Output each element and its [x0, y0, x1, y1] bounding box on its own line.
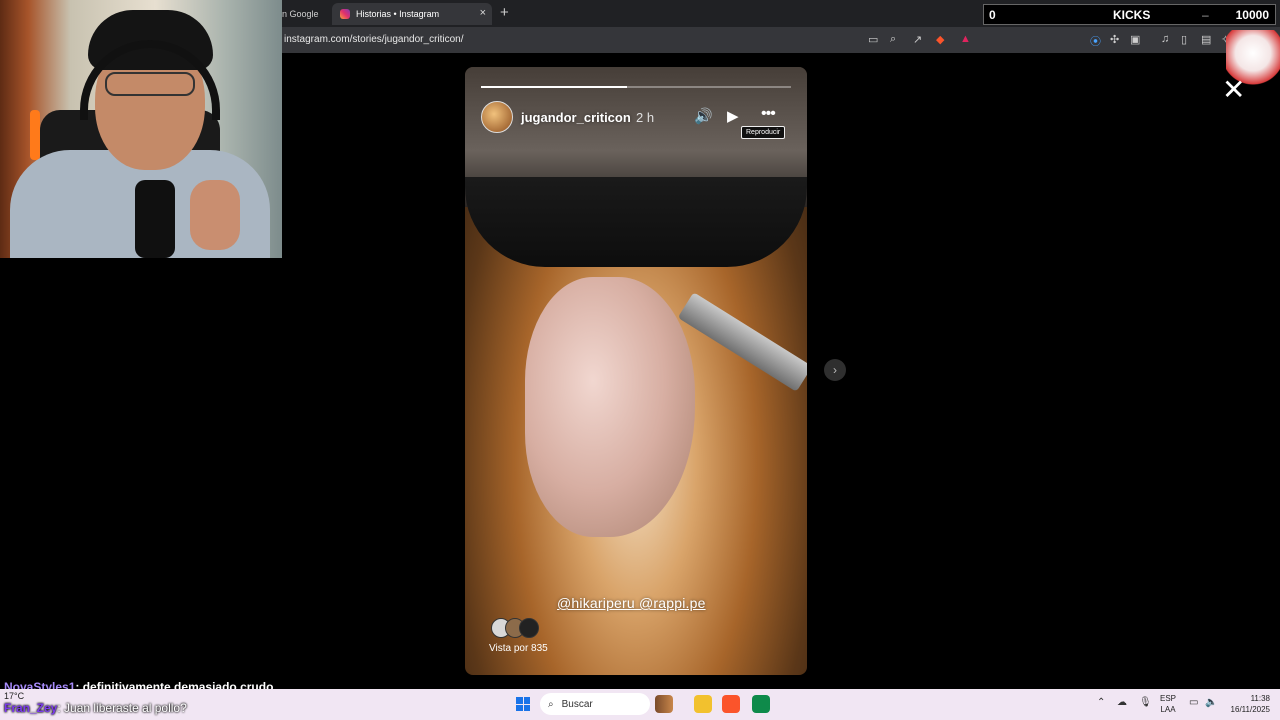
- instagram-icon: [340, 9, 350, 19]
- language-indicator[interactable]: ESP LAA: [1160, 693, 1176, 715]
- kicks-label: KICKS: [1113, 7, 1151, 22]
- volume-icon[interactable]: 🔈: [1205, 697, 1217, 708]
- story-knife: [677, 292, 807, 392]
- tab-instagram-stories[interactable]: Historias • Instagram ×: [332, 3, 492, 25]
- next-story-button[interactable]: ›: [824, 359, 846, 381]
- tab-google[interactable]: n Google: [282, 3, 330, 25]
- glasses: [105, 72, 195, 96]
- speaker-icon[interactable]: 🔊: [694, 107, 713, 125]
- network-icon[interactable]: ▭: [1189, 697, 1198, 708]
- chat-message: Fran_Zey: Juan liberaste al pollo?: [4, 701, 187, 715]
- story-progress-fill: [481, 86, 627, 88]
- avatar[interactable]: [481, 101, 513, 133]
- zoom-icon[interactable]: ⌕: [890, 33, 896, 46]
- music-icon[interactable]: ♫: [1161, 33, 1169, 45]
- play-tooltip: Reproducir: [741, 126, 786, 139]
- clock-time: 11:38: [1250, 694, 1270, 703]
- new-tab-button[interactable]: +: [500, 4, 509, 21]
- brave-shield-icon[interactable]: ◆: [936, 33, 944, 46]
- language-code: ESP: [1160, 694, 1177, 703]
- brave-rewards-icon[interactable]: ▲: [960, 33, 971, 45]
- viewer-avatars[interactable]: [491, 618, 543, 638]
- story-mentions[interactable]: @hikariperu @rappi.pe: [557, 595, 706, 611]
- url-field[interactable]: instagram.com/stories/jugandor_criticon/: [284, 34, 464, 45]
- kicks-goal-count: 10000: [1235, 7, 1269, 22]
- story-time-ago: 2 h: [636, 110, 655, 125]
- cloud-icon[interactable]: ☁: [1117, 697, 1127, 708]
- kicks-current-count: 0: [989, 7, 996, 22]
- sidebar-icon[interactable]: ▯: [1181, 33, 1187, 46]
- brave-browser-icon[interactable]: [722, 695, 740, 713]
- close-icon[interactable]: ✕: [1222, 76, 1245, 104]
- story-chicken: [525, 277, 695, 537]
- speech-icon[interactable]: ⦿: [1090, 33, 1101, 49]
- more-icon[interactable]: •••: [761, 105, 776, 123]
- windows-taskbar: 17°C Fran_Zey: Juan liberaste al pollo? …: [0, 689, 1280, 720]
- search-icon: ⌕: [548, 698, 554, 710]
- screenshot-icon[interactable]: ▣: [1130, 33, 1140, 46]
- taskbar-search[interactable]: ⌕ Buscar: [540, 693, 650, 715]
- chat-username: Fran_Zey: [4, 701, 58, 715]
- tab-label: Historias • Instagram: [356, 9, 440, 19]
- start-button[interactable]: [516, 697, 530, 711]
- microphone: [135, 180, 175, 258]
- screen: n Google Historias • Instagram × + 0 KIC…: [0, 0, 1280, 720]
- tray-chevron-icon[interactable]: ⌃: [1097, 697, 1105, 708]
- obs-app-icon[interactable]: [752, 695, 770, 713]
- story-pan: [465, 177, 807, 267]
- widget-app-icon[interactable]: [655, 695, 673, 713]
- story-viewer[interactable]: jugandor_criticon 2 h 🔊 ▶ ••• Reproducir…: [465, 67, 807, 675]
- microphone-icon[interactable]: 🎙: [1139, 697, 1152, 708]
- clock[interactable]: 11:38 16/11/2025: [1226, 693, 1270, 715]
- kicks-counter-widget: 0 KICKS – 10000: [983, 4, 1276, 25]
- weather-widget[interactable]: 17°C: [4, 691, 24, 701]
- light-strip: [30, 110, 40, 160]
- story-username[interactable]: jugandor_criticon: [521, 110, 631, 125]
- play-icon[interactable]: ▶: [727, 107, 739, 125]
- viewer-avatar: [519, 618, 539, 638]
- extensions-icon[interactable]: ✣: [1110, 33, 1119, 46]
- file-explorer-icon[interactable]: [694, 695, 712, 713]
- close-tab-icon[interactable]: ×: [480, 7, 486, 19]
- wallet-icon[interactable]: ▤: [1201, 33, 1211, 46]
- search-placeholder: Buscar: [561, 698, 593, 710]
- views-count[interactable]: Vista por 835: [489, 643, 548, 654]
- share-icon[interactable]: ↗: [913, 33, 922, 46]
- minimize-icon[interactable]: –: [1202, 8, 1209, 22]
- cast-icon[interactable]: ▭: [868, 33, 878, 46]
- keyboard-layout: LAA: [1160, 705, 1176, 714]
- chat-text: : Juan liberaste al pollo?: [57, 701, 187, 715]
- tab-label: n Google: [282, 9, 319, 19]
- hand: [190, 180, 240, 250]
- clock-date: 16/11/2025: [1230, 705, 1270, 714]
- story-progress-bar: [481, 86, 791, 88]
- webcam-feed: [0, 0, 282, 258]
